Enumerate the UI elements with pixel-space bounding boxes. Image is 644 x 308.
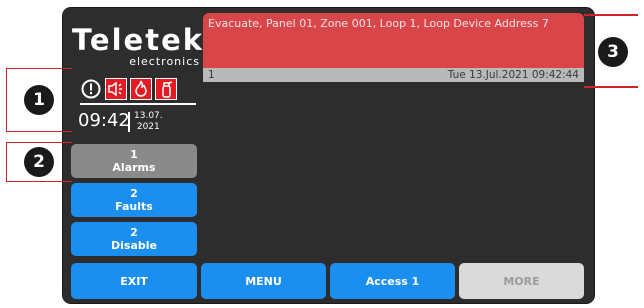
logo-subtitle: electronics	[129, 55, 200, 68]
status-icons-row	[80, 78, 177, 104]
fire-icon	[130, 78, 152, 100]
exit-button[interactable]: EXIT	[71, 263, 197, 299]
event-timestamp: Tue 13.Jul.2021 09:42:44	[447, 69, 579, 81]
event-index: 1	[208, 69, 215, 81]
alarms-count: 1	[130, 148, 138, 161]
callout-3-line-top	[584, 14, 638, 16]
siren-icon	[105, 78, 127, 100]
disable-count: 2	[130, 226, 138, 239]
callout-2-marker: 2	[24, 147, 54, 177]
alarms-label: Alarms	[112, 161, 156, 174]
faults-count: 2	[130, 187, 138, 200]
disable-button[interactable]: 2 Disable	[71, 222, 197, 256]
date-year: 2021	[136, 122, 160, 132]
event-info-bar: 1 Tue 13.Jul.2021 09:42:44	[203, 68, 584, 82]
status-underline	[80, 103, 196, 105]
warning-icon	[80, 78, 102, 100]
clock-divider	[128, 112, 130, 132]
menu-button[interactable]: MENU	[201, 263, 326, 299]
clock-date: 13.07. 2021	[134, 111, 163, 133]
alarm-event-message[interactable]: Evacuate, Panel 01, Zone 001, Loop 1, Lo…	[203, 13, 584, 68]
callout-1-marker: 1	[24, 85, 54, 115]
date-day-month: 13.07.	[134, 111, 163, 121]
faults-button[interactable]: 2 Faults	[71, 183, 197, 217]
callout-3-line-bottom	[584, 86, 638, 88]
more-button[interactable]: MORE	[459, 263, 584, 299]
access-level-button[interactable]: Access 1	[330, 263, 455, 299]
extinguisher-icon	[155, 78, 177, 100]
teletek-logo: Teletek electronics	[72, 23, 205, 68]
clock-time: 09:42	[78, 110, 130, 131]
alarms-button[interactable]: 1 Alarms	[71, 144, 197, 178]
disable-label: Disable	[111, 239, 157, 252]
logo-name: Teletek	[72, 23, 205, 57]
callout-3-marker: 3	[598, 37, 628, 67]
faults-label: Faults	[115, 200, 153, 213]
